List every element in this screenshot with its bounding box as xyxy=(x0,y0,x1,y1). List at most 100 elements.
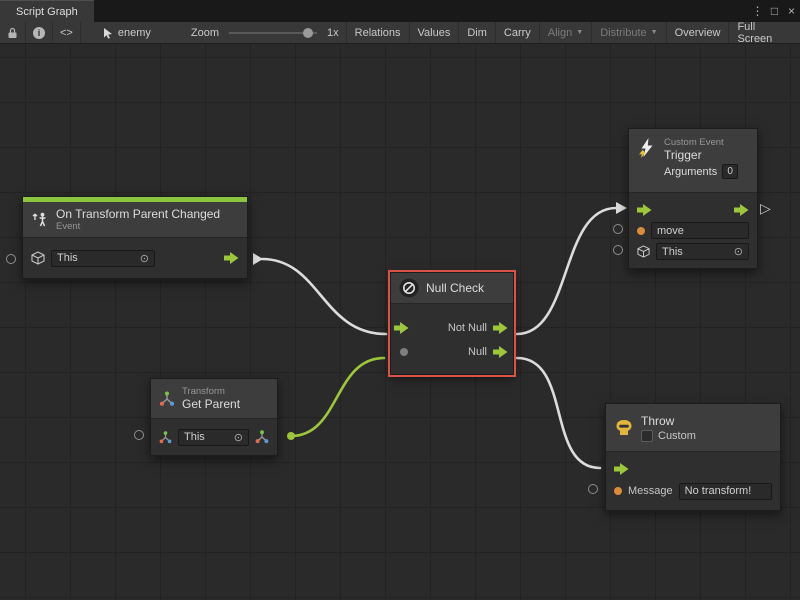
wire-null-to-throw[interactable] xyxy=(517,358,600,468)
target-value: This xyxy=(662,246,683,258)
message-field[interactable]: No transform! xyxy=(679,483,772,500)
event-target-port[interactable] xyxy=(6,254,16,264)
titlebar-spacer xyxy=(94,0,749,22)
node-throw[interactable]: Throw Custom Message No transform! xyxy=(605,403,781,511)
not-null-row: Not Null xyxy=(391,316,513,340)
zoom-slider-handle[interactable] xyxy=(303,28,313,38)
maximize-icon[interactable]: □ xyxy=(766,0,783,22)
event-name-field[interactable]: move xyxy=(651,222,749,239)
flow-output-port[interactable] xyxy=(734,204,749,216)
node-subtitle: Event xyxy=(56,221,220,232)
node-title: Get Parent xyxy=(182,397,240,411)
graph-toolbar: i <> enemy Zoom 1x Relations Values Dim … xyxy=(0,22,800,44)
node-header[interactable]: Transform Get Parent xyxy=(151,379,277,419)
values-button[interactable]: Values xyxy=(409,22,459,43)
custom-checkbox[interactable] xyxy=(641,430,653,442)
distribute-label: Distribute xyxy=(600,27,646,39)
node-header[interactable]: Null Check xyxy=(391,273,513,304)
values-label: Values xyxy=(418,27,451,39)
trigger-target-port[interactable] xyxy=(613,245,623,255)
not-null-output-port[interactable] xyxy=(493,322,508,334)
null-output-port[interactable] xyxy=(493,346,508,358)
unconnected-flow-port[interactable]: ▷ xyxy=(760,201,771,215)
zoom-control: Zoom 1x xyxy=(184,22,346,43)
custom-row: Custom xyxy=(641,430,696,442)
inspect-button[interactable]: i xyxy=(26,22,53,43)
arguments-row: Arguments 0 xyxy=(664,164,738,179)
node-title: Trigger xyxy=(664,148,738,162)
relations-button[interactable]: Relations xyxy=(346,22,409,43)
null-input-port[interactable] xyxy=(400,348,408,356)
message-input-port[interactable] xyxy=(614,487,622,495)
throw-message-port[interactable] xyxy=(588,484,598,494)
target-row: This ⊙ xyxy=(151,419,277,455)
carry-button[interactable]: Carry xyxy=(495,22,539,43)
target-dropdown[interactable]: This ⊙ xyxy=(178,429,249,446)
node-title: On Transform Parent Changed xyxy=(56,207,220,221)
wire-start-triangle xyxy=(253,253,263,265)
overview-label: Overview xyxy=(675,27,721,39)
node-header-text: Transform Get Parent xyxy=(182,386,240,411)
object-picker-icon: ⊙ xyxy=(234,431,243,444)
node-header[interactable]: On Transform Parent Changed Event xyxy=(23,202,247,238)
node-header[interactable]: Custom Event Trigger Arguments 0 xyxy=(629,129,757,193)
graph-canvas[interactable]: On Transform Parent Changed Event This ⊙ xyxy=(0,44,800,600)
event-name-value: move xyxy=(657,225,684,237)
message-value: No transform! xyxy=(685,485,752,497)
arguments-count-field[interactable]: 0 xyxy=(722,164,738,179)
graph-breadcrumb[interactable]: enemy xyxy=(95,22,158,43)
flow-row xyxy=(629,199,757,220)
flow-input-port[interactable] xyxy=(637,204,652,216)
toolbar-buttons: Relations Values Dim Carry Align ▼ Distr… xyxy=(346,22,800,43)
null-row: Null xyxy=(391,340,513,364)
dim-button[interactable]: Dim xyxy=(458,22,495,43)
flow-input-port[interactable] xyxy=(614,463,629,475)
target-value: This xyxy=(57,252,78,264)
get-parent-target-port[interactable] xyxy=(134,430,144,440)
node-title: Null Check xyxy=(426,281,484,295)
close-icon[interactable]: × xyxy=(783,0,800,22)
null-check-icon xyxy=(399,278,419,298)
transform-parent-changed-icon xyxy=(31,211,49,229)
tab-script-graph[interactable]: Script Graph xyxy=(0,0,94,22)
wire-event-to-nullcheck[interactable] xyxy=(262,259,386,334)
info-icon: i xyxy=(33,27,45,39)
transform-output-port[interactable] xyxy=(255,430,269,444)
flow-output-port[interactable] xyxy=(224,252,239,264)
trigger-name-port[interactable] xyxy=(613,224,623,234)
name-input-port[interactable] xyxy=(637,227,645,235)
code-icon: <> xyxy=(60,27,73,39)
graph-name: enemy xyxy=(118,27,151,39)
distribute-button[interactable]: Distribute ▼ xyxy=(591,22,665,43)
message-label: Message xyxy=(628,485,673,497)
custom-label: Custom xyxy=(658,430,696,442)
code-preview-button[interactable]: <> xyxy=(53,22,81,43)
overview-button[interactable]: Overview xyxy=(666,22,729,43)
node-null-check[interactable]: Null Check Not Null Null xyxy=(390,272,514,375)
wire-end-triangle xyxy=(616,202,627,214)
zoom-slider[interactable] xyxy=(229,32,317,34)
target-dropdown[interactable]: This ⊙ xyxy=(51,250,155,267)
title-bar: Script Graph ⋮ □ × xyxy=(0,0,800,22)
lock-button[interactable] xyxy=(0,22,26,43)
fullscreen-button[interactable]: Full Screen xyxy=(728,22,800,43)
target-dropdown[interactable]: This ⊙ xyxy=(656,243,749,260)
wire-getparent-to-nullcheck[interactable] xyxy=(291,358,384,436)
node-trigger-custom-event[interactable]: Custom Event Trigger Arguments 0 xyxy=(628,128,758,269)
lock-icon xyxy=(7,27,18,39)
window-menu-icon[interactable]: ⋮ xyxy=(749,0,766,22)
flow-input-port[interactable] xyxy=(394,322,409,334)
cube-icon xyxy=(637,245,650,258)
node-on-transform-parent-changed[interactable]: On Transform Parent Changed Event This ⊙ xyxy=(22,196,248,279)
zoom-label: Zoom xyxy=(191,27,219,39)
throw-error-icon xyxy=(614,419,634,437)
dim-label: Dim xyxy=(467,27,487,39)
align-button[interactable]: Align ▼ xyxy=(539,22,591,43)
node-header-text: Custom Event Trigger Arguments 0 xyxy=(664,137,738,179)
align-label: Align xyxy=(548,27,572,39)
node-header[interactable]: Throw Custom xyxy=(606,404,780,452)
node-category: Custom Event xyxy=(664,137,738,148)
node-get-parent[interactable]: Transform Get Parent This ⊙ xyxy=(150,378,278,456)
node-header-text: On Transform Parent Changed Event xyxy=(56,207,220,232)
wire-notnull-to-trigger[interactable] xyxy=(517,208,616,334)
